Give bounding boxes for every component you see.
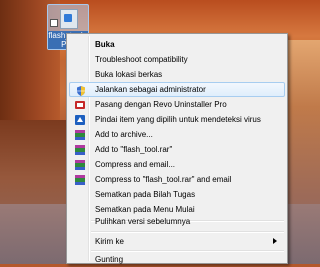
menu-item-label: Buka: [95, 40, 115, 49]
submenu-arrow-icon: [273, 238, 277, 244]
menu-item-scan-virus[interactable]: Pindai item yang dipilih untuk mendeteks…: [69, 112, 285, 127]
menu-item-revo-uninstaller[interactable]: Pasang dengan Revo Uninstaller Pro: [69, 97, 285, 112]
menu-item-label: Compress and email...: [95, 160, 176, 169]
menu-item-troubleshoot-compatibility[interactable]: Troubleshoot compatibility: [69, 52, 285, 67]
menu-item-buka-lokasi-berkas[interactable]: Buka lokasi berkas: [69, 67, 285, 82]
winrar-icon: [75, 130, 85, 140]
application-icon: [60, 9, 78, 29]
menu-item-label: Kirim ke: [95, 237, 124, 246]
menu-item-compress-to-rar-and-email[interactable]: Compress to "flash_tool.rar" and email: [69, 172, 285, 187]
menu-item-compress-and-email[interactable]: Compress and email...: [69, 157, 285, 172]
menu-item-label: Troubleshoot compatibility: [95, 55, 188, 64]
menu-item-pin-to-taskbar[interactable]: Sematkan pada Bilah Tugas: [69, 187, 285, 202]
menu-item-label: Add to "flash_tool.rar": [95, 145, 173, 154]
menu-item-label: Gunting: [95, 255, 124, 264]
antivirus-icon: [75, 115, 85, 125]
menu-item-cut[interactable]: Gunting: [69, 252, 285, 267]
winrar-icon: [75, 160, 85, 170]
menu-item-label: Buka lokasi berkas: [95, 70, 163, 79]
shortcut-arrow-icon: [50, 19, 58, 27]
menu-item-label: Jalankan sebagai administrator: [95, 85, 206, 94]
menu-item-label: Add to archive...: [95, 130, 153, 139]
menu-item-restore-previous-versions[interactable]: Pulihkan versi sebelumnya: [69, 214, 285, 229]
menu-item-label: Pulihkan versi sebelumnya: [95, 217, 191, 226]
menu-item-label: Compress to "flash_tool.rar" and email: [95, 175, 232, 184]
winrar-icon: [75, 175, 85, 185]
menu-item-add-to-archive[interactable]: Add to archive...: [69, 127, 285, 142]
winrar-icon: [75, 145, 85, 155]
context-menu: Buka Troubleshoot compatibility Buka lok…: [66, 33, 288, 264]
menu-item-buka[interactable]: Buka: [69, 37, 285, 52]
shield-icon: [77, 86, 85, 96]
menu-item-jalankan-sebagai-administrator[interactable]: Jalankan sebagai administrator: [69, 82, 285, 97]
revo-icon: [75, 101, 85, 109]
menu-separator: [91, 231, 284, 233]
menu-item-send-to[interactable]: Kirim ke: [69, 234, 285, 249]
menu-item-add-to-flash-tool-rar[interactable]: Add to "flash_tool.rar": [69, 142, 285, 157]
menu-item-label: Pindai item yang dipilih untuk mendeteks…: [95, 115, 261, 124]
menu-item-label: Sematkan pada Bilah Tugas: [95, 190, 196, 199]
menu-item-label: Pasang dengan Revo Uninstaller Pro: [95, 100, 227, 109]
